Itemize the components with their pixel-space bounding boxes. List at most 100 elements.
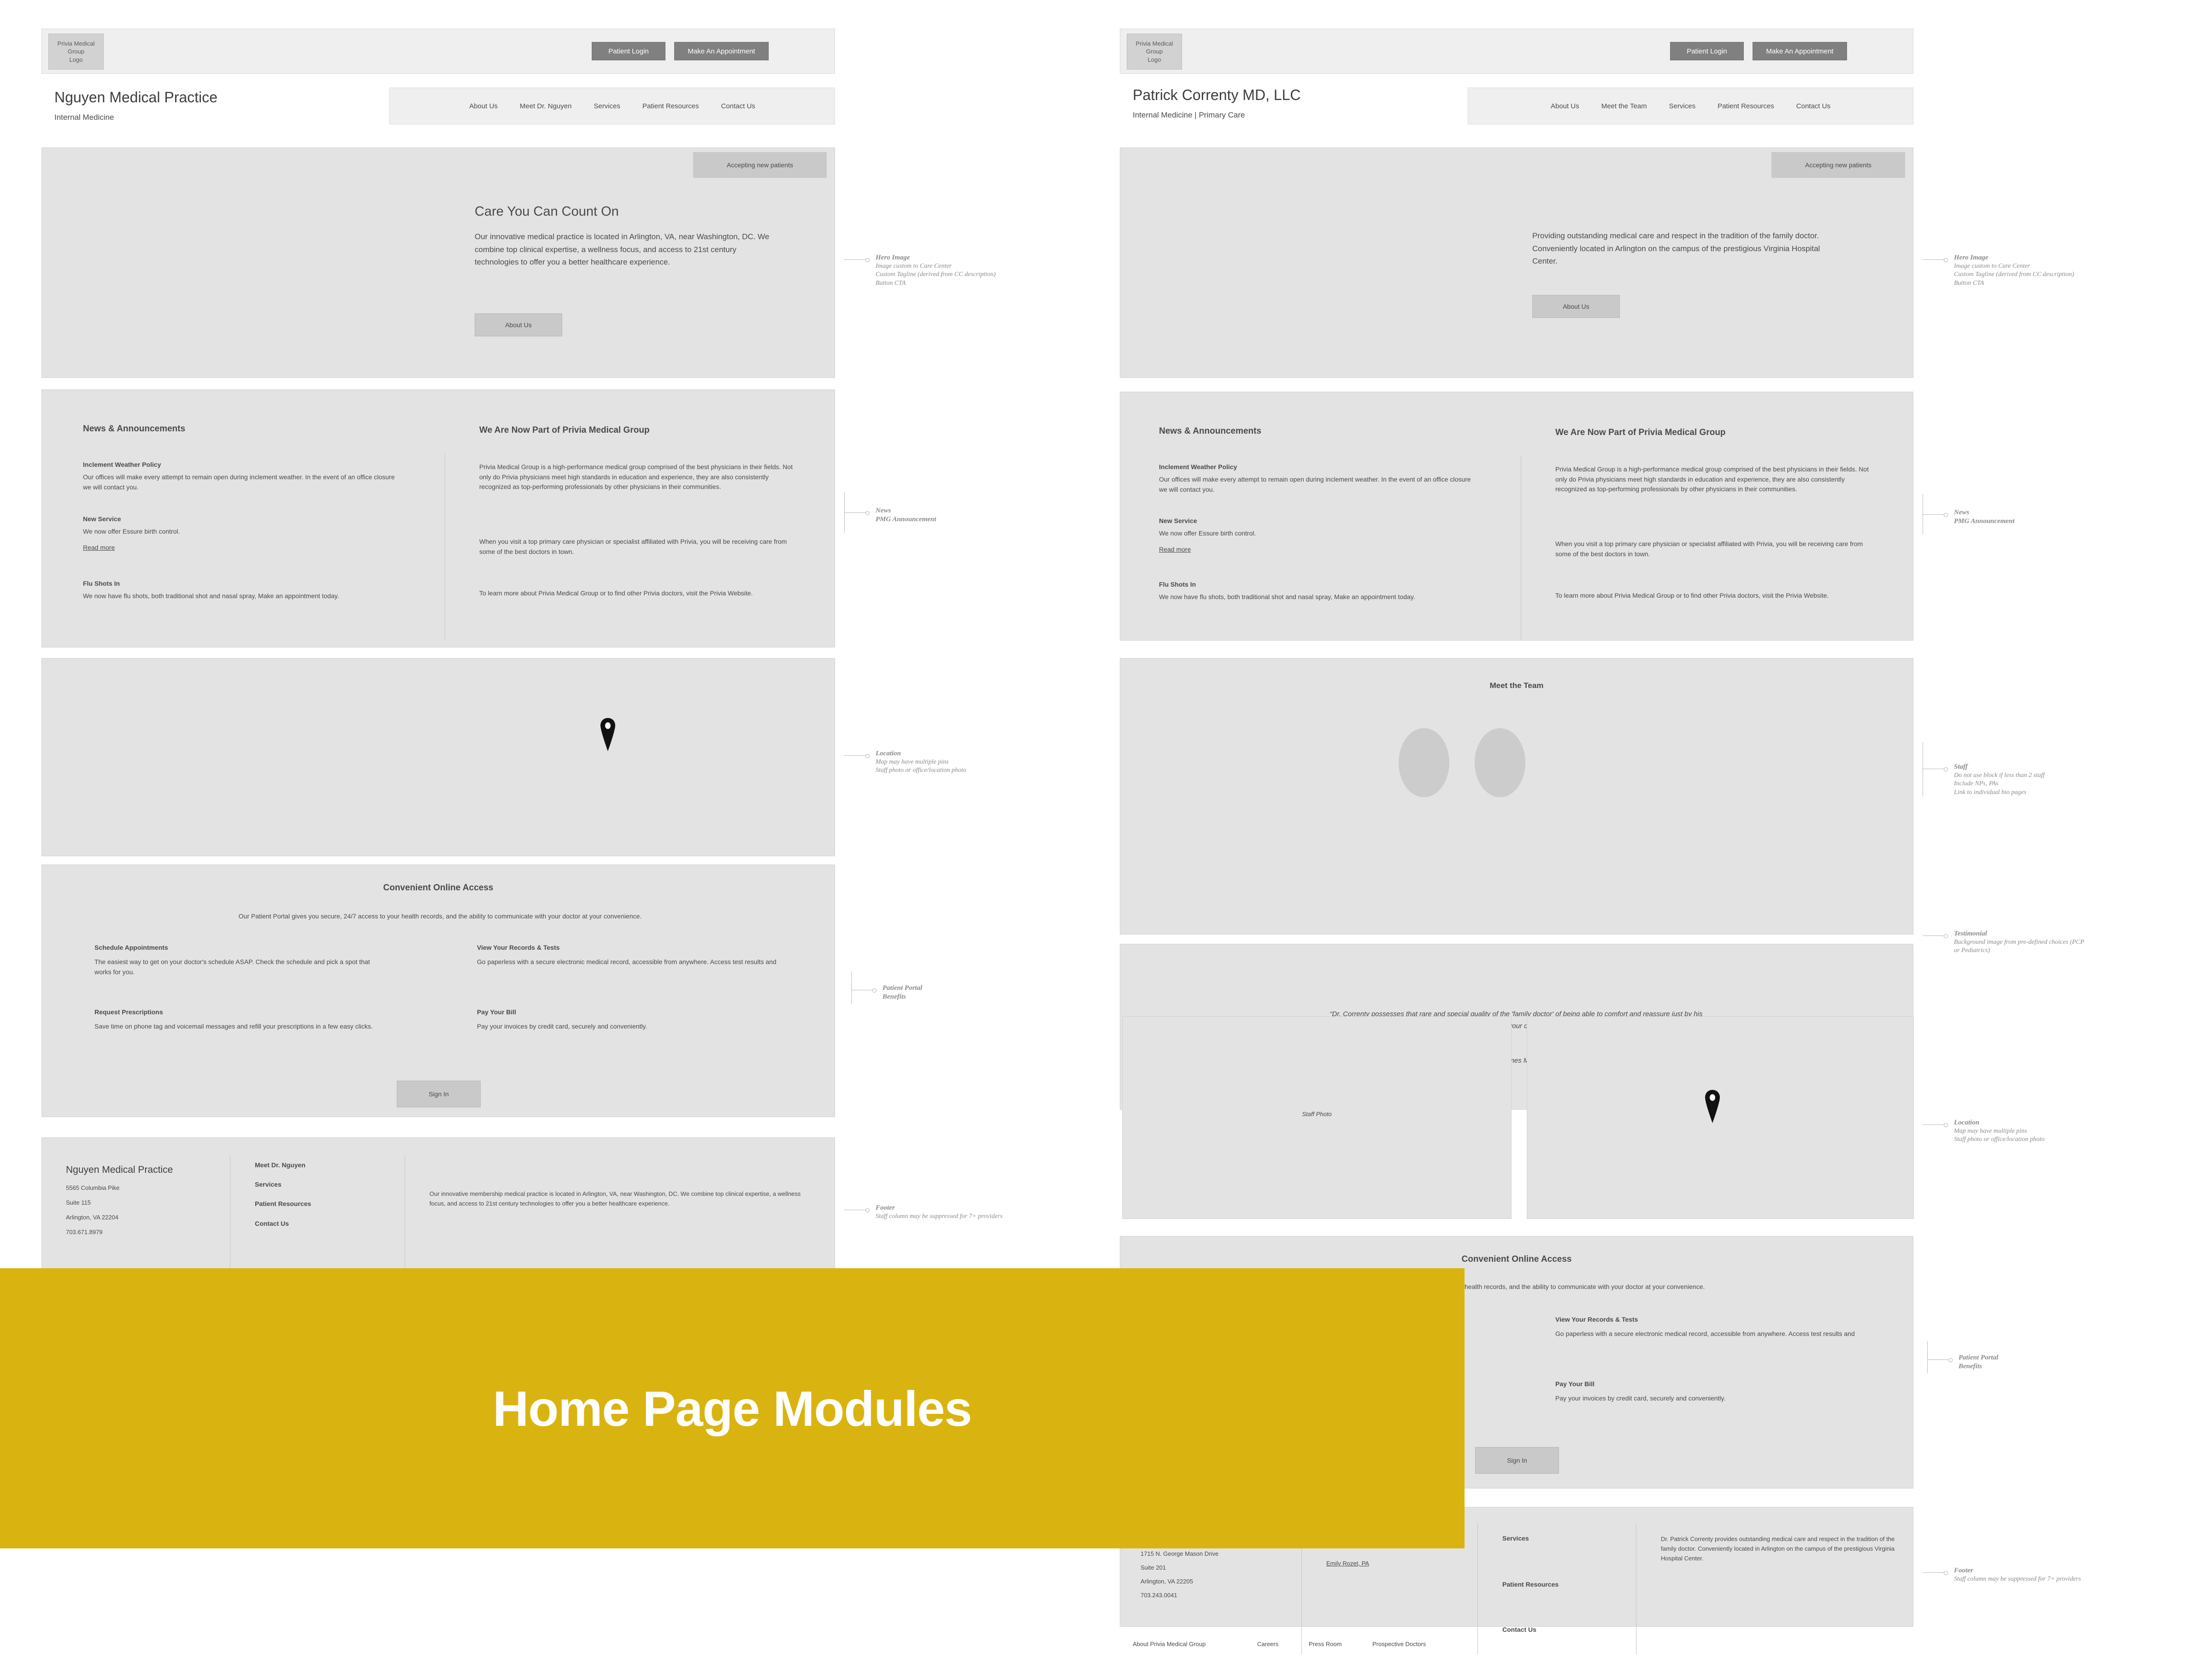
nav-item-meet-the-team[interactable]: Meet the Team bbox=[1601, 102, 1647, 110]
portal-item-title: Schedule Appointments bbox=[94, 944, 168, 951]
annotation-line: Staff column may be suppressed for 7+ pr… bbox=[1954, 1576, 2081, 1583]
annotation-dot bbox=[1944, 258, 1948, 262]
footer-staff-link[interactable]: Emily Rozet, PA bbox=[1326, 1559, 1369, 1569]
annotation-dot bbox=[1944, 767, 1948, 771]
annotation-location: Location Map may have multiple pins Staf… bbox=[1954, 1118, 2194, 1144]
annotation-dot bbox=[865, 511, 870, 515]
portal-item-title: Request Prescriptions bbox=[94, 1008, 163, 1016]
portal-intro: health records, and the ability to commu… bbox=[1465, 1283, 1705, 1290]
portal-item-title: View Your Records & Tests bbox=[477, 944, 560, 951]
utility-link[interactable]: About Privia Medical Group bbox=[1133, 1640, 1206, 1649]
nav-item-contact-us[interactable]: Contact Us bbox=[1796, 102, 1830, 110]
annotation-dot bbox=[1948, 1358, 1953, 1362]
annotation-line: Staff column may be suppressed for 7+ pr… bbox=[876, 1213, 1003, 1220]
news-item-body: We now have flu shots, both traditional … bbox=[83, 592, 339, 600]
utility-link[interactable]: Careers bbox=[1257, 1640, 1278, 1649]
footer-address-line: Suite 115 bbox=[66, 1199, 91, 1206]
annotation-dot bbox=[1944, 1123, 1948, 1127]
footer-link[interactable]: Services bbox=[255, 1181, 282, 1188]
portal-heading: Convenient Online Access bbox=[383, 883, 494, 893]
footer-link[interactable]: Contact Us bbox=[255, 1220, 289, 1227]
annotation-hero: Hero Image Image custom to Care Center C… bbox=[876, 253, 1097, 288]
portal-item-title: Pay Your Bill bbox=[1555, 1380, 1595, 1388]
nav-item-contact-us[interactable]: Contact Us bbox=[721, 102, 755, 110]
left-main-nav[interactable]: About Us Meet Dr. Nguyen Services Patien… bbox=[389, 88, 835, 124]
portal-item-body: Save time on phone tag and voicemail mes… bbox=[94, 1023, 373, 1030]
annotation-line: Staff photo or office/location photo bbox=[876, 767, 966, 774]
portal-item-body: Pay your invoices by credit card, secure… bbox=[477, 1023, 647, 1030]
portal-sign-in-button[interactable]: Sign In bbox=[1475, 1447, 1559, 1474]
nav-item-about-us[interactable]: About Us bbox=[1551, 102, 1579, 110]
annotation-title: Footer bbox=[876, 1204, 895, 1212]
footer-blurb: Our innovative membership medical practi… bbox=[429, 1190, 801, 1207]
footer-link[interactable]: Contact Us bbox=[1502, 1626, 1536, 1633]
privia-paragraph: Privia Medical Group is a high-performan… bbox=[479, 463, 793, 491]
annotation-line: Map may have multiple pins bbox=[1954, 1128, 2027, 1135]
nav-item-services[interactable]: Services bbox=[594, 102, 620, 110]
left-portal-block bbox=[41, 865, 835, 1117]
footer-link[interactable]: Meet Dr. Nguyen bbox=[255, 1161, 306, 1169]
nav-item-services[interactable]: Services bbox=[1669, 102, 1696, 110]
footer-link[interactable]: Services bbox=[1502, 1535, 1529, 1542]
right-main-nav[interactable]: About Us Meet the Team Services Patient … bbox=[1468, 88, 1913, 124]
annotation-dot bbox=[865, 754, 870, 758]
footer-phone: 703.243.0041 bbox=[1141, 1592, 1177, 1599]
hero-body: Our innovative medical practice is locat… bbox=[475, 232, 770, 267]
privia-paragraph: Privia Medical Group is a high-performan… bbox=[1555, 465, 1869, 493]
annotation-line: Image custom to Care Center bbox=[876, 263, 952, 270]
meet-the-team-block bbox=[1120, 658, 1913, 935]
news-item-title: Flu Shots In bbox=[83, 580, 120, 587]
annotation-title: Patient Portal bbox=[1959, 1354, 1999, 1361]
privia-logo[interactable]: Privia Medical Group Logo bbox=[1127, 34, 1182, 70]
news-item-title: Inclement Weather Policy bbox=[1159, 463, 1237, 471]
meet-the-team-heading: Meet the Team bbox=[1489, 681, 1544, 690]
annotation-testimonial: Testimonial Background image from pre-de… bbox=[1954, 930, 2194, 955]
make-appointment-button[interactable]: Make An Appointment bbox=[1753, 42, 1847, 60]
footer-link[interactable]: Patient Resources bbox=[255, 1200, 311, 1207]
portal-sign-in-button[interactable]: Sign In bbox=[397, 1081, 481, 1107]
hero-about-us-button[interactable]: About Us bbox=[1532, 295, 1620, 318]
annotation-line: Background image from pre-defined choice… bbox=[1954, 939, 2084, 946]
annotation-hero: Hero Image Image custom to Care Center C… bbox=[1954, 253, 2194, 288]
annotation-dot bbox=[865, 258, 870, 262]
annotation-title: Hero Image bbox=[1954, 254, 1988, 261]
annotation-line: Custom Tagline (derived from CC descript… bbox=[876, 271, 996, 278]
news-read-more-link[interactable]: Read more bbox=[83, 543, 115, 553]
privia-logo[interactable]: Privia Medical Group Logo bbox=[48, 34, 104, 70]
portal-item-body: Go paperless with a secure electronic me… bbox=[1555, 1330, 1855, 1337]
privia-heading: We Are Now Part of Privia Medical Group bbox=[1555, 428, 1726, 437]
nav-item-about-us[interactable]: About Us bbox=[469, 102, 498, 110]
patient-login-button[interactable]: Patient Login bbox=[592, 42, 665, 60]
make-appointment-button[interactable]: Make An Appointment bbox=[674, 42, 769, 60]
annotation-footer: Footer Staff column may be suppressed fo… bbox=[876, 1204, 1106, 1221]
news-read-more-link[interactable]: Read more bbox=[1159, 545, 1191, 555]
footer-phone: 703.671.8979 bbox=[66, 1229, 103, 1235]
annotation-leader bbox=[1923, 1572, 1945, 1573]
news-item-body: We now offer Essure birth control. bbox=[83, 528, 180, 535]
left-map-block[interactable] bbox=[41, 658, 835, 856]
practice-specialty: Internal Medicine bbox=[54, 113, 114, 122]
utility-link[interactable]: Press Room bbox=[1309, 1640, 1342, 1649]
annotation-leader bbox=[1923, 1124, 1945, 1125]
nav-item-patient-resources[interactable]: Patient Resources bbox=[1718, 102, 1774, 110]
news-heading: News & Announcements bbox=[1159, 426, 1262, 436]
annotation-leader bbox=[1923, 935, 1945, 936]
utility-link[interactable]: Prospective Doctors bbox=[1372, 1640, 1426, 1649]
nav-item-patient-resources[interactable]: Patient Resources bbox=[642, 102, 699, 110]
annotation-dot bbox=[865, 1208, 870, 1212]
nav-item-meet-doctor[interactable]: Meet Dr. Nguyen bbox=[520, 102, 572, 110]
annotation-title: Location bbox=[1954, 1119, 1979, 1126]
footer-address-line: Arlington, VA 22205 bbox=[1141, 1578, 1193, 1585]
footer-address-line: Suite 201 bbox=[1141, 1564, 1166, 1571]
footer-link[interactable]: Patient Resources bbox=[1502, 1581, 1559, 1588]
hero-about-us-button[interactable]: About Us bbox=[475, 313, 562, 336]
annotation-leader bbox=[851, 971, 852, 1004]
staff-avatar[interactable] bbox=[1475, 728, 1525, 797]
staff-avatar[interactable] bbox=[1399, 728, 1449, 797]
map-pin-icon bbox=[1705, 1090, 1720, 1123]
patient-login-button[interactable]: Patient Login bbox=[1670, 42, 1744, 60]
annotation-portal: Patient Portal Benefits bbox=[882, 984, 1104, 1001]
practice-name: Patrick Correnty MD, LLC bbox=[1133, 87, 1301, 103]
annotation-line: Custom Tagline (derived from CC descript… bbox=[1954, 271, 2074, 278]
annotation-news: News PMG Announcement bbox=[876, 506, 1097, 524]
